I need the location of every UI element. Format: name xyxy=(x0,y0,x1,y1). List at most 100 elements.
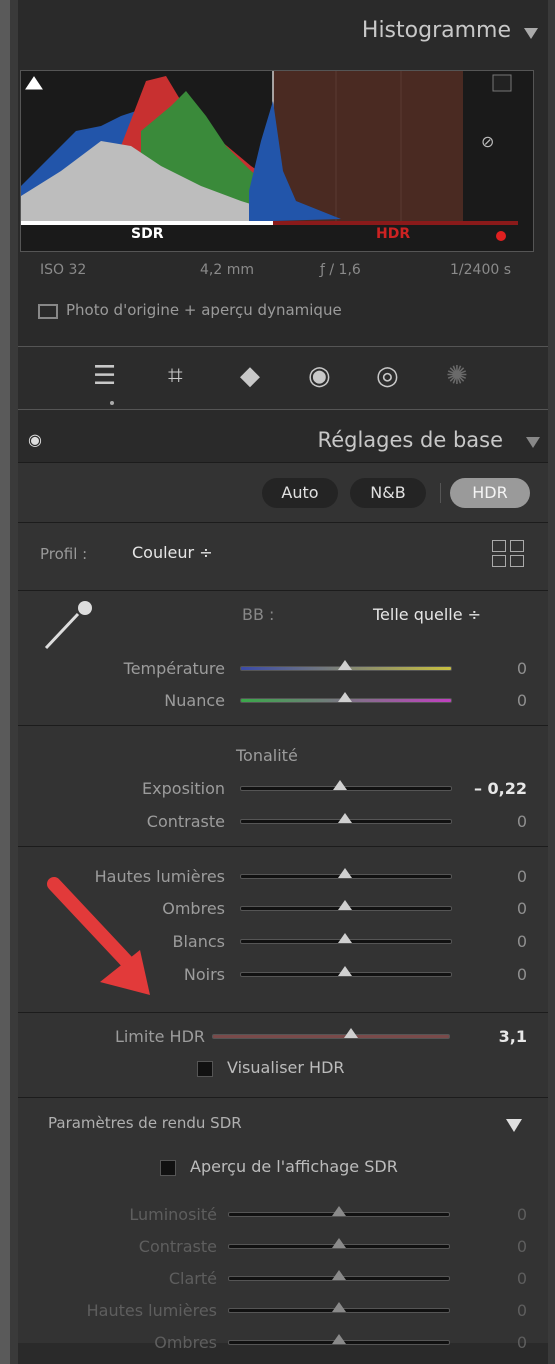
wb-label: BB : xyxy=(242,605,275,624)
shadows-thumb[interactable] xyxy=(338,900,352,910)
visibility-eye-icon[interactable]: ◉ xyxy=(28,430,42,449)
sdr-clarity-label: Clarté xyxy=(168,1269,217,1288)
preset-icon[interactable]: ✺ xyxy=(446,361,468,391)
pill-divider xyxy=(440,483,441,503)
blacks-slider[interactable] xyxy=(240,966,452,980)
photo-icon xyxy=(38,304,58,319)
hdr-limit-slider[interactable] xyxy=(212,1028,450,1042)
exposure-slider[interactable] xyxy=(240,780,452,794)
highlight-clip-icon[interactable] xyxy=(492,74,512,92)
redeye-icon[interactable]: ◉ xyxy=(308,361,331,391)
sdr-clarity-slider[interactable] xyxy=(228,1270,450,1284)
wb-select[interactable]: Telle quelle ÷ xyxy=(373,605,481,624)
hdr-limit-track xyxy=(212,1034,450,1039)
divider xyxy=(18,590,548,591)
sdr-luminosity-value[interactable]: 0 xyxy=(517,1205,527,1224)
sdr-contrast-label: Contraste xyxy=(138,1237,217,1256)
active-tool-dot xyxy=(110,401,114,405)
histogram-graph: ⊘ xyxy=(21,71,518,241)
source-label[interactable]: Photo d'origine + aperçu dynamique xyxy=(66,301,342,319)
panel-left-edge xyxy=(0,0,10,1364)
highlights-value[interactable]: 0 xyxy=(517,867,527,886)
hdr-range-bar xyxy=(273,221,518,225)
divider xyxy=(18,725,548,726)
edit-sliders-icon[interactable]: ☰ xyxy=(93,361,116,391)
focal-readout: 4,2 mm xyxy=(200,262,254,278)
tool-strip: ☰ ⌗ ◆ ◉ ◎ ✺ xyxy=(18,346,548,410)
histogram-title[interactable]: Histogramme xyxy=(362,18,511,43)
bw-button[interactable]: N&B xyxy=(350,478,426,508)
sdr-shadows-thumb[interactable] xyxy=(332,1334,346,1344)
crop-icon[interactable]: ⌗ xyxy=(168,361,183,392)
highlights-thumb[interactable] xyxy=(338,868,352,878)
sdr-shadows-value[interactable]: 0 xyxy=(517,1333,527,1352)
hdr-zone xyxy=(273,71,463,221)
hdr-limit-value[interactable]: 3,1 xyxy=(499,1027,527,1046)
whites-slider[interactable] xyxy=(240,933,452,947)
sdr-preview-label[interactable]: Aperçu de l'affichage SDR xyxy=(190,1157,398,1176)
mask-icon[interactable]: ◎ xyxy=(376,361,399,391)
basic-panel-title[interactable]: Réglages de base xyxy=(318,428,503,452)
sdr-contrast-slider[interactable] xyxy=(228,1238,450,1252)
blacks-value[interactable]: 0 xyxy=(517,965,527,984)
shutter-readout: 1/2400 s xyxy=(450,262,511,278)
sdr-highlights-value[interactable]: 0 xyxy=(517,1301,527,1320)
visualize-hdr-checkbox[interactable] xyxy=(197,1061,213,1077)
hdr-limit-thumb[interactable] xyxy=(344,1028,358,1038)
whites-thumb[interactable] xyxy=(338,933,352,943)
divider xyxy=(18,846,548,847)
tint-slider[interactable] xyxy=(240,692,452,706)
sdr-clarity-thumb[interactable] xyxy=(332,1270,346,1280)
sdr-shadows-slider[interactable] xyxy=(228,1334,450,1348)
exposure-value[interactable]: – 0,22 xyxy=(474,779,527,798)
sdr-contrast-thumb[interactable] xyxy=(332,1238,346,1248)
sdr-highlights-slider[interactable] xyxy=(228,1302,450,1316)
eyedropper-icon[interactable] xyxy=(40,598,100,656)
sdr-highlights-thumb[interactable] xyxy=(332,1302,346,1312)
red-arrow-annotation xyxy=(47,877,150,995)
sdr-luminosity-slider[interactable] xyxy=(228,1206,450,1220)
eraser-icon[interactable]: ◆ xyxy=(240,361,260,391)
temperature-slider[interactable] xyxy=(240,660,452,674)
arrow-shaft xyxy=(47,877,137,972)
sdr-section-title[interactable]: Paramètres de rendu SDR xyxy=(48,1114,242,1132)
whites-value[interactable]: 0 xyxy=(517,932,527,951)
profile-select[interactable]: Couleur ÷ xyxy=(132,543,213,562)
profile-browser-icon[interactable] xyxy=(492,540,524,568)
visualize-hdr-label[interactable]: Visualiser HDR xyxy=(227,1058,345,1077)
divider xyxy=(18,1012,548,1013)
iso-readout: ISO 32 xyxy=(40,262,87,278)
blacks-thumb[interactable] xyxy=(338,966,352,976)
tint-value[interactable]: 0 xyxy=(517,691,527,710)
sdr-preview-checkbox[interactable] xyxy=(160,1160,176,1176)
hdr-button[interactable]: HDR xyxy=(450,478,530,508)
sdr-contrast-value[interactable]: 0 xyxy=(517,1237,527,1256)
hide-icon[interactable]: ⊘ xyxy=(481,132,494,151)
hdr-warning-icon[interactable] xyxy=(496,231,506,241)
contrast-thumb[interactable] xyxy=(338,813,352,823)
hdr-limit-label: Limite HDR xyxy=(114,1027,205,1046)
temperature-label: Température xyxy=(123,659,225,678)
sdr-luminosity-label: Luminosité xyxy=(129,1205,217,1224)
tint-thumb[interactable] xyxy=(338,692,352,702)
contrast-slider[interactable] xyxy=(240,813,452,827)
highlights-slider[interactable] xyxy=(240,868,452,882)
temperature-value[interactable]: 0 xyxy=(517,659,527,678)
contrast-value[interactable]: 0 xyxy=(517,812,527,831)
divider xyxy=(18,1097,548,1098)
exposure-label: Exposition xyxy=(142,779,225,798)
sdr-shadows-label: Ombres xyxy=(154,1333,217,1352)
contrast-label: Contraste xyxy=(146,812,225,831)
sdr-clarity-value[interactable]: 0 xyxy=(517,1269,527,1288)
collapse-basic-icon[interactable] xyxy=(526,437,540,448)
auto-button[interactable]: Auto xyxy=(262,478,338,508)
sdr-collapse-icon[interactable] xyxy=(506,1119,522,1132)
shadows-slider[interactable] xyxy=(240,900,452,914)
exposure-thumb[interactable] xyxy=(333,780,347,790)
shadows-value[interactable]: 0 xyxy=(517,899,527,918)
sdr-luminosity-thumb[interactable] xyxy=(332,1206,346,1216)
collapse-histogram-icon[interactable] xyxy=(524,28,538,39)
temperature-thumb[interactable] xyxy=(338,660,352,670)
shadow-clip-icon[interactable] xyxy=(25,76,43,90)
sdr-highlights-label: Hautes lumières xyxy=(86,1301,217,1320)
